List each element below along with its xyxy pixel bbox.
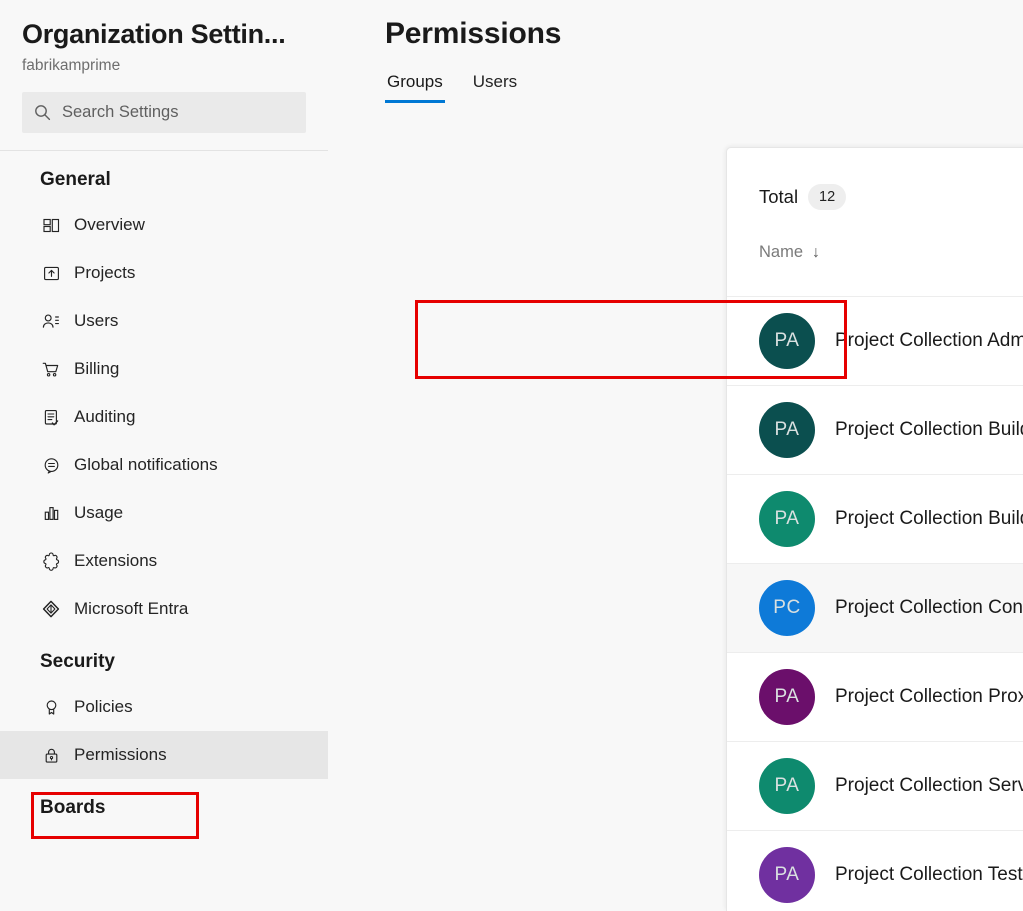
sidebar-item-label: Global notifications xyxy=(74,455,218,474)
sidebar-item-users[interactable]: Users xyxy=(0,297,328,345)
sidebar-nav: General Overview Projects Users Billing … xyxy=(0,151,328,829)
avatar: PA xyxy=(759,402,815,458)
group-name: Project Collection Administrators xyxy=(835,330,1023,351)
organization-name: fabrikamprime xyxy=(22,57,121,74)
sidebar-item-policies[interactable]: Policies xyxy=(0,683,328,731)
permissions-lock-icon xyxy=(40,744,62,766)
column-header-name[interactable]: Name ↓ xyxy=(759,243,1023,262)
groups-card-header: Total 12 Name ↓ xyxy=(727,148,1023,296)
total-row: Total 12 xyxy=(759,148,1023,210)
sidebar-item-label: Users xyxy=(74,311,119,330)
sidebar-item-extensions[interactable]: Extensions xyxy=(0,537,328,585)
projects-upload-icon xyxy=(40,262,62,284)
table-row[interactable]: PA Project Collection Service Accounts xyxy=(727,741,1023,830)
column-header-label: Name xyxy=(759,243,804,261)
sidebar-item-label: Auditing xyxy=(74,407,136,426)
table-row[interactable]: PC Project Collection Contributors xyxy=(727,563,1023,652)
table-row[interactable]: PA Project Collection Test Service Accou… xyxy=(727,830,1023,911)
nav-section-general: General xyxy=(40,169,111,190)
overview-grid-icon xyxy=(40,214,62,236)
sidebar-item-billing[interactable]: Billing xyxy=(0,345,328,393)
groups-card: Total 12 Name ↓ PA Project Collection Ad… xyxy=(726,147,1023,911)
search-settings-box[interactable] xyxy=(22,92,306,133)
sidebar-item-usage[interactable]: Usage xyxy=(0,489,328,537)
table-row[interactable]: PA Project Collection Build Administrato… xyxy=(727,385,1023,474)
total-label: Total xyxy=(759,186,799,207)
sort-descending-icon: ↓ xyxy=(812,243,821,261)
main-content: Permissions Groups Users Total 12 Name ↓… xyxy=(328,0,1023,911)
tab-groups[interactable]: Groups xyxy=(385,72,445,103)
groups-list: PA Project Collection Administrators PA … xyxy=(727,296,1023,911)
sidebar-item-label: Permissions xyxy=(74,745,167,764)
group-name: Project Collection Contributors xyxy=(835,597,1023,618)
sidebar-item-label: Microsoft Entra xyxy=(74,599,189,618)
page-title-organization-settings: Organization Settin... xyxy=(22,19,286,49)
policies-ribbon-icon xyxy=(40,696,62,718)
organization-settings-page: Organization Settin... fabrikamprime Gen… xyxy=(0,0,1023,911)
sidebar-item-permissions[interactable]: Permissions xyxy=(0,731,328,779)
avatar: PA xyxy=(759,758,815,814)
tab-users[interactable]: Users xyxy=(471,72,519,103)
sidebar-item-microsoft-entra[interactable]: Microsoft Entra xyxy=(0,585,328,633)
nav-section-boards: Boards xyxy=(40,797,106,818)
organization-header: Organization Settin... fabrikamprime xyxy=(0,0,328,79)
sidebar-item-label: Billing xyxy=(74,359,120,378)
permissions-tabs: Groups Users xyxy=(328,65,1023,103)
group-name: Project Collection Test Service Accounts xyxy=(835,864,1023,885)
sidebar-item-label: Policies xyxy=(74,697,133,716)
table-row[interactable]: PA Project Collection Build Service Acco… xyxy=(727,474,1023,563)
sidebar-item-projects[interactable]: Projects xyxy=(0,249,328,297)
avatar: PC xyxy=(759,580,815,636)
settings-sidebar: Organization Settin... fabrikamprime Gen… xyxy=(0,0,328,911)
microsoft-entra-diamond-icon xyxy=(40,598,62,620)
table-row[interactable]: PA Project Collection Proxy Service Acco… xyxy=(727,652,1023,741)
sidebar-item-label: Overview xyxy=(74,215,145,234)
total-count-badge: 12 xyxy=(808,184,847,210)
table-row[interactable]: PA Project Collection Administrators xyxy=(727,296,1023,385)
page-title-permissions: Permissions xyxy=(385,17,562,50)
search-icon xyxy=(34,104,51,121)
avatar: PA xyxy=(759,313,815,369)
sidebar-item-overview[interactable]: Overview xyxy=(0,201,328,249)
auditing-clipboard-check-icon xyxy=(40,406,62,428)
users-people-icon xyxy=(40,310,62,332)
group-name: Project Collection Service Accounts xyxy=(835,775,1023,796)
sidebar-item-label: Extensions xyxy=(74,551,158,570)
avatar: PA xyxy=(759,491,815,547)
group-name: Project Collection Build Service Account… xyxy=(835,508,1023,529)
group-name: Project Collection Build Administrators xyxy=(835,419,1023,440)
group-name: Project Collection Proxy Service Account… xyxy=(835,686,1023,707)
avatar: PA xyxy=(759,669,815,725)
sidebar-item-auditing[interactable]: Auditing xyxy=(0,393,328,441)
nav-section-security: Security xyxy=(40,651,115,672)
sidebar-item-label: Usage xyxy=(74,503,124,522)
extensions-puzzle-icon xyxy=(40,550,62,572)
avatar: PA xyxy=(759,847,815,903)
global-notifications-bell-icon xyxy=(40,454,62,476)
search-input[interactable] xyxy=(62,92,294,133)
sidebar-item-label: Projects xyxy=(74,263,136,282)
usage-bar-chart-icon xyxy=(40,502,62,524)
billing-cart-icon xyxy=(40,358,62,380)
sidebar-item-global-notifications[interactable]: Global notifications xyxy=(0,441,328,489)
